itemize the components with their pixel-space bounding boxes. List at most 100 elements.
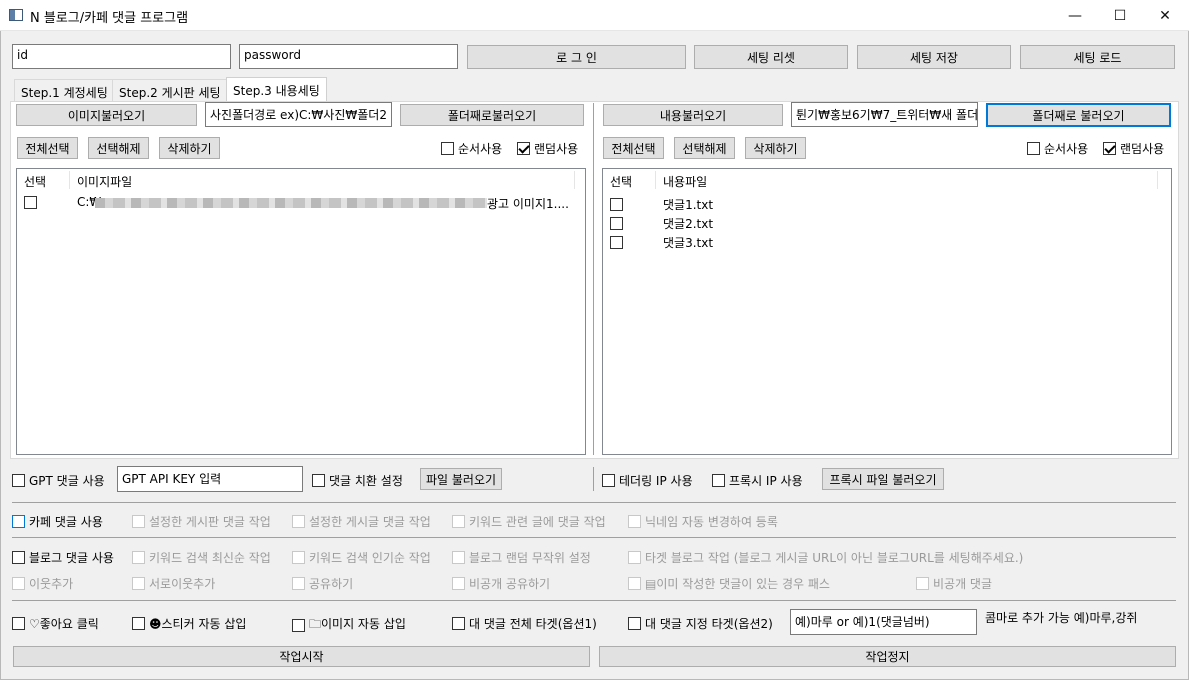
checkbox-label: 비공개 공유하기 [469, 577, 551, 591]
settings-reset-button[interactable]: 세팅 리셋 [694, 45, 848, 69]
sticker-insert-checkbox[interactable]: ☻스티커 자동 삽입 [132, 615, 246, 632]
checkbox-label: ♡좋아요 클릭 [29, 617, 99, 631]
row-checkbox[interactable] [24, 196, 37, 209]
list-item[interactable]: 댓글3.txt [603, 232, 1171, 251]
right-delete-button[interactable]: 삭제하기 [745, 137, 806, 159]
replace-file-load-button[interactable]: 파일 불러오기 [420, 468, 502, 490]
id-input[interactable]: id [12, 44, 231, 69]
list-item[interactable]: 댓글1.txt [603, 194, 1171, 213]
settings-save-button[interactable]: 세팅 저장 [857, 45, 1011, 69]
reply-specific-target-checkbox[interactable]: 대 댓글 지정 타겟(옵션2) [628, 615, 773, 632]
column-divider [1157, 171, 1158, 189]
list-item[interactable]: 댓글2.txt [603, 213, 1171, 232]
column-header-file[interactable]: 내용파일 [663, 173, 707, 190]
blog-popular-option[interactable]: 키워드 검색 인기순 작업 [292, 549, 431, 566]
tab-step2[interactable]: Step.2 게시판 세팅 [112, 79, 228, 101]
minimize-button[interactable]: — [1052, 0, 1098, 31]
file-name: 댓글1.txt [663, 198, 714, 212]
tab-step1[interactable]: Step.1 계정세팅 [14, 79, 115, 101]
cafe-post-option[interactable]: 설정한 게시글 댓글 작업 [292, 513, 431, 530]
login-button[interactable]: 로 그 인 [467, 45, 686, 69]
comment-replace-checkbox[interactable]: 댓글 치환 설정 [312, 472, 403, 489]
checkbox-box [712, 474, 725, 487]
checkbox-box [452, 577, 465, 590]
checkbox-box [132, 551, 145, 564]
like-click-checkbox[interactable]: ♡좋아요 클릭 [12, 615, 99, 632]
start-button[interactable]: 작업시작 [13, 646, 590, 667]
image-folder-load-button[interactable]: 폴더째로불러오기 [400, 104, 584, 126]
reply-all-target-checkbox[interactable]: 대 댓글 전체 타겟(옵션1) [452, 615, 597, 632]
column-header-file[interactable]: 이미지파일 [77, 173, 132, 190]
password-input[interactable]: password [239, 44, 458, 69]
blog-target-option[interactable]: 타겟 블로그 작업 (블로그 게시글 URL이 아닌 블로그URL를 세팅해주세… [628, 549, 1023, 566]
blog-comment-checkbox[interactable]: 블로그 댓글 사용 [12, 549, 114, 566]
left-delete-button[interactable]: 삭제하기 [159, 137, 220, 159]
checkbox-box [12, 577, 25, 590]
blog-latest-option[interactable]: 키워드 검색 최신순 작업 [132, 549, 271, 566]
stop-button[interactable]: 작업정지 [599, 646, 1176, 667]
cafe-comment-checkbox[interactable]: 카페 댓글 사용 [12, 513, 103, 530]
checkbox-box [628, 515, 641, 528]
image-file-list[interactable]: 선택 이미지파일 C:₩ 광고 이미지1.... [16, 168, 586, 455]
row-checkbox[interactable] [610, 236, 623, 249]
checkbox-box [12, 474, 25, 487]
cafe-nickname-option[interactable]: 닉네임 자동 변경하여 등록 [628, 513, 778, 530]
add-neighbor-option[interactable]: 이웃추가 [12, 575, 73, 592]
left-select-all-button[interactable]: 전체선택 [17, 137, 78, 159]
checkbox-label: 카페 댓글 사용 [29, 515, 103, 529]
settings-load-button[interactable]: 세팅 로드 [1020, 45, 1175, 69]
checkbox-box [452, 515, 465, 528]
checkbox-label: 🗀이미지 자동 삽입 [309, 617, 406, 631]
file-path-suffix: 광고 이미지1.... [487, 197, 569, 211]
close-button[interactable]: ✕ [1142, 0, 1188, 31]
right-deselect-button[interactable]: 선택해제 [674, 137, 735, 159]
content-path-input[interactable]: 튄기₩홍보6기₩7_트위터₩새 폴더 [791, 102, 978, 127]
left-sequential-checkbox[interactable]: 순서사용 [441, 140, 502, 157]
row-checkbox[interactable] [610, 217, 623, 230]
blog-random-option[interactable]: 블로그 랜덤 무작위 설정 [452, 549, 591, 566]
image-path-input[interactable]: 사진폴더경로 ex)C:₩사진₩폴더2 [205, 102, 392, 127]
column-header-select[interactable]: 선택 [610, 173, 632, 190]
checkbox-box [628, 577, 641, 590]
row-checkbox[interactable] [610, 198, 623, 211]
maximize-button[interactable]: ☐ [1097, 0, 1143, 31]
tab-step3[interactable]: Step.3 내용세팅 [226, 77, 327, 102]
checkbox-label: 블로그 댓글 사용 [29, 551, 114, 565]
proxy-ip-checkbox[interactable]: 프록시 IP 사용 [712, 472, 803, 489]
private-comment-option[interactable]: 비공개 댓글 [916, 575, 992, 592]
content-load-button[interactable]: 내용불러오기 [603, 104, 783, 126]
cafe-board-option[interactable]: 설정한 게시판 댓글 작업 [132, 513, 271, 530]
reply-target-input[interactable]: 예)마루 or 예)1(댓글넘버) [790, 609, 977, 635]
divider [12, 537, 1176, 538]
checkbox-box [292, 551, 305, 564]
image-load-button[interactable]: 이미지불러오기 [16, 104, 197, 126]
gpt-comment-checkbox[interactable]: GPT 댓글 사용 [12, 472, 105, 489]
right-random-checkbox[interactable]: 랜덤사용 [1103, 140, 1164, 157]
checkbox-label: 순서사용 [458, 142, 503, 156]
checkbox-box [132, 515, 145, 528]
share-option[interactable]: 공유하기 [292, 575, 353, 592]
right-select-all-button[interactable]: 전체선택 [603, 137, 664, 159]
mutual-neighbor-option[interactable]: 서로이웃추가 [132, 575, 215, 592]
divider [593, 467, 594, 491]
list-item[interactable]: C:₩ 광고 이미지1.... [17, 191, 585, 211]
checkbox-box [916, 577, 929, 590]
column-header-select[interactable]: 선택 [24, 173, 46, 190]
cafe-keyword-option[interactable]: 키워드 관련 글에 댓글 작업 [452, 513, 606, 530]
left-deselect-button[interactable]: 선택해제 [88, 137, 149, 159]
content-file-list[interactable]: 선택 내용파일 댓글1.txt 댓글2.txt 댓글3.txt [602, 168, 1172, 455]
proxy-file-load-button[interactable]: 프록시 파일 불러오기 [822, 468, 944, 490]
right-sequential-checkbox[interactable]: 순서사용 [1027, 140, 1088, 157]
gpt-api-key-input[interactable]: GPT API KEY 입력 [117, 466, 303, 492]
tethering-ip-checkbox[interactable]: 테더링 IP 사용 [602, 472, 693, 489]
private-share-option[interactable]: 비공개 공유하기 [452, 575, 550, 592]
checkbox-label: 랜덤사용 [1120, 142, 1165, 156]
checkbox-label: 블로그 랜덤 무작위 설정 [469, 551, 591, 565]
image-insert-checkbox[interactable]: 🗀이미지 자동 삽입 [292, 615, 406, 636]
checkbox-box [1103, 142, 1116, 155]
left-random-checkbox[interactable]: 랜덤사용 [517, 140, 578, 157]
window-title: N 블로그/카페 댓글 프로그램 [30, 11, 189, 26]
checkbox-box [292, 577, 305, 590]
content-folder-load-button[interactable]: 폴더째로 불러오기 [986, 103, 1171, 127]
skip-commented-option[interactable]: ▤이미 작성한 댓글이 있는 경우 패스 [628, 575, 830, 592]
